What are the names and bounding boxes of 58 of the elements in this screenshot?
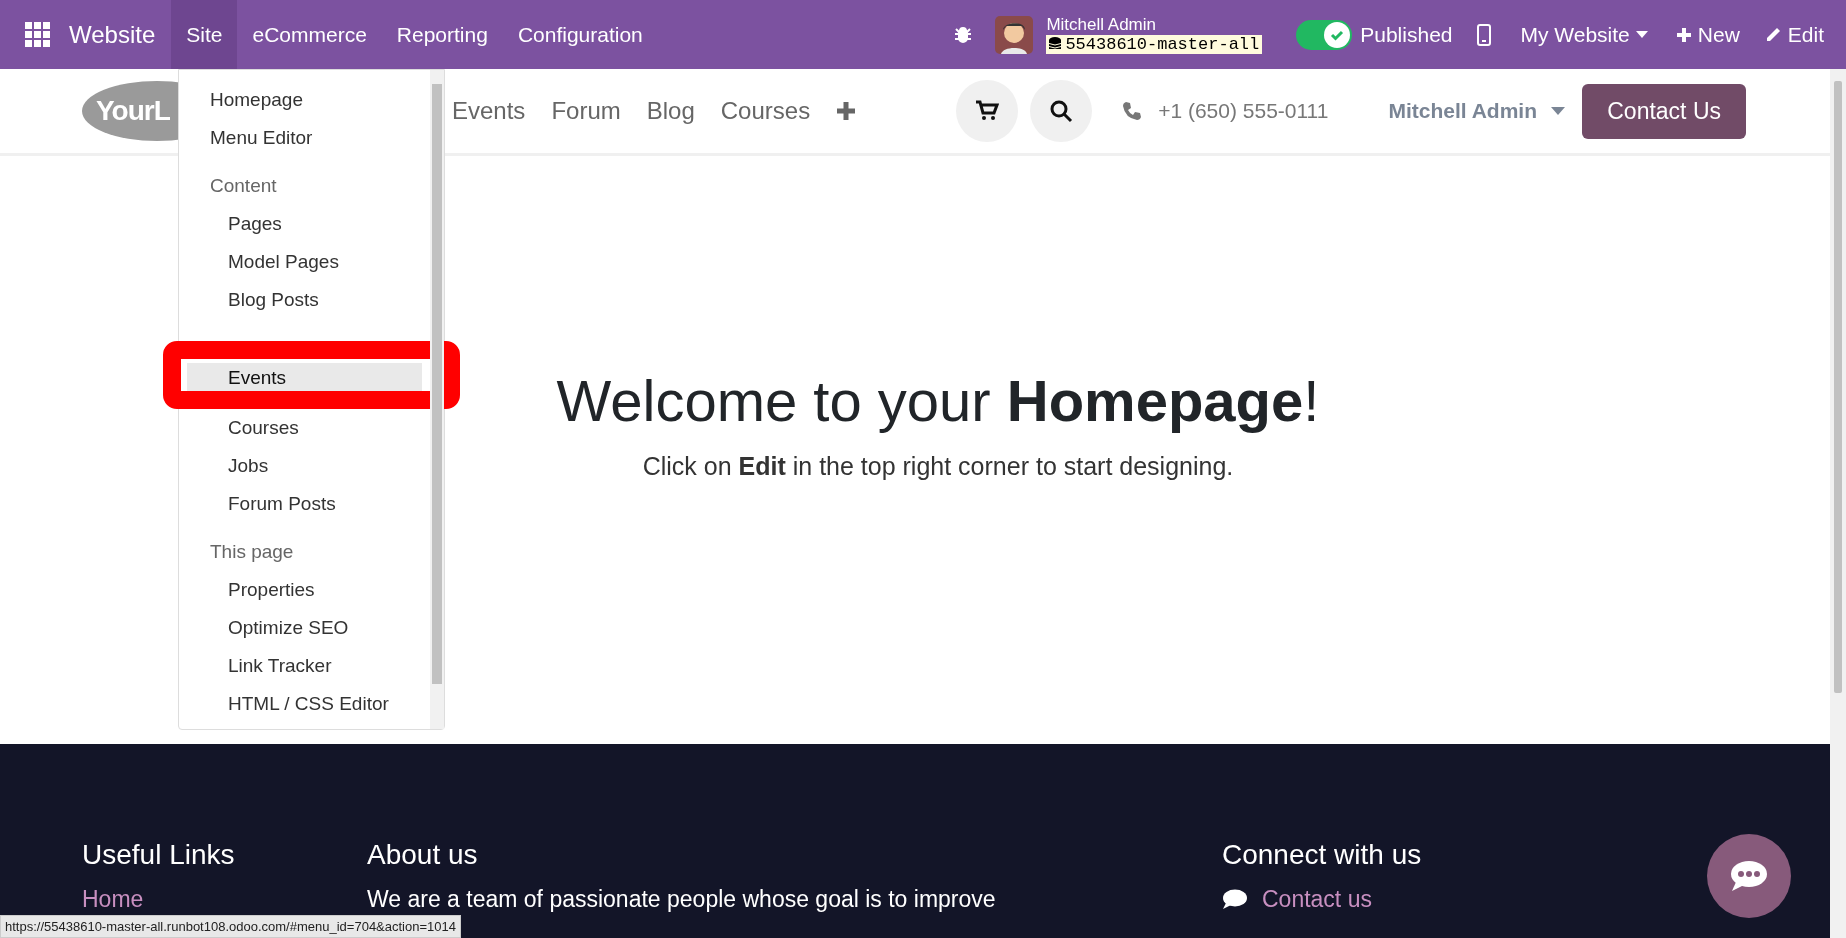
scrollbar[interactable] xyxy=(1830,69,1846,938)
menu-item[interactable]: Courses xyxy=(179,409,430,447)
nav-link[interactable]: Courses xyxy=(720,93,811,129)
nav-link[interactable]: Blog xyxy=(646,93,695,129)
database-icon xyxy=(1049,37,1062,51)
nav-link[interactable]: Forum xyxy=(551,93,621,129)
menu-item[interactable]: HTML / CSS Editor xyxy=(179,685,430,723)
new-button[interactable]: New xyxy=(1675,18,1740,51)
menu-item[interactable]: Forum Posts xyxy=(179,485,430,523)
footer-text: We are a team of passionate people whose goal is to improve xyxy=(367,886,997,912)
nav-link[interactable]: Events xyxy=(452,93,526,129)
menu-section-header: This page xyxy=(209,539,295,564)
apps-icon xyxy=(25,21,51,48)
menu-tab[interactable]: Configuration xyxy=(502,0,658,69)
footer-heading: Useful Links xyxy=(82,838,236,872)
caret-icon xyxy=(1635,31,1648,38)
contact-button[interactable]: Contact Us xyxy=(1582,83,1746,139)
user-dropdown[interactable]: Mitchell Admin xyxy=(1388,95,1565,127)
scrollbar[interactable] xyxy=(430,70,444,729)
edit-button[interactable]: Edit xyxy=(1764,18,1824,51)
published-label: Published xyxy=(1360,21,1453,48)
menu-item[interactable]: Link Tracker xyxy=(179,647,430,685)
plus-icon xyxy=(1675,26,1692,43)
menu-item[interactable]: Events xyxy=(187,363,422,393)
menu-tab[interactable]: Reporting xyxy=(381,0,503,69)
bug-icon xyxy=(953,24,974,45)
publish-toggle[interactable] xyxy=(1296,19,1353,50)
pencil-icon xyxy=(1764,26,1782,43)
caret-icon xyxy=(1551,107,1565,115)
chat-icon xyxy=(1222,888,1248,910)
status-url: https://55438610-master-all.runbot108.odoo.com/#menu_id=704&action=1014 xyxy=(0,914,461,938)
footer-heading: Connect with us xyxy=(1222,838,1423,872)
plus-icon xyxy=(836,101,857,121)
mobile-icon xyxy=(1477,23,1492,46)
menu-item[interactable]: Jobs xyxy=(179,447,430,485)
website-dropdown[interactable]: My Website xyxy=(1520,18,1648,51)
cart-icon xyxy=(975,99,1000,123)
avatar-icon xyxy=(995,15,1034,54)
menu-item[interactable]: Blog Posts xyxy=(179,281,430,319)
menu-item[interactable]: Model Pages xyxy=(179,243,430,281)
footer-link[interactable]: Home xyxy=(82,886,144,912)
footer-link[interactable]: Contact us xyxy=(1262,886,1372,912)
phone-icon xyxy=(1122,101,1143,121)
user-name: Mitchell Admin xyxy=(1046,15,1157,33)
search-icon xyxy=(1049,99,1074,123)
menu-section-header: Content xyxy=(209,173,278,198)
hero-title: Welcome to your Homepage! xyxy=(556,367,1320,435)
hero-subtitle: Click on Edit in the top right corner to start designing. xyxy=(642,450,1234,482)
menu-tab[interactable]: Site xyxy=(171,0,238,69)
chat-icon xyxy=(1730,860,1768,892)
menu-item[interactable]: Optimize SEO xyxy=(179,609,430,647)
app-name[interactable]: Website xyxy=(69,16,156,53)
menu-tab[interactable]: eCommerce xyxy=(237,0,382,69)
footer-heading: About us xyxy=(367,838,479,872)
phone-number: +1 (650) 555-0111 xyxy=(1158,98,1329,125)
menu-item[interactable]: Properties xyxy=(179,571,430,609)
database-badge: 55438610-master-all xyxy=(1046,34,1263,54)
menu-item[interactable]: Pages xyxy=(179,205,430,243)
